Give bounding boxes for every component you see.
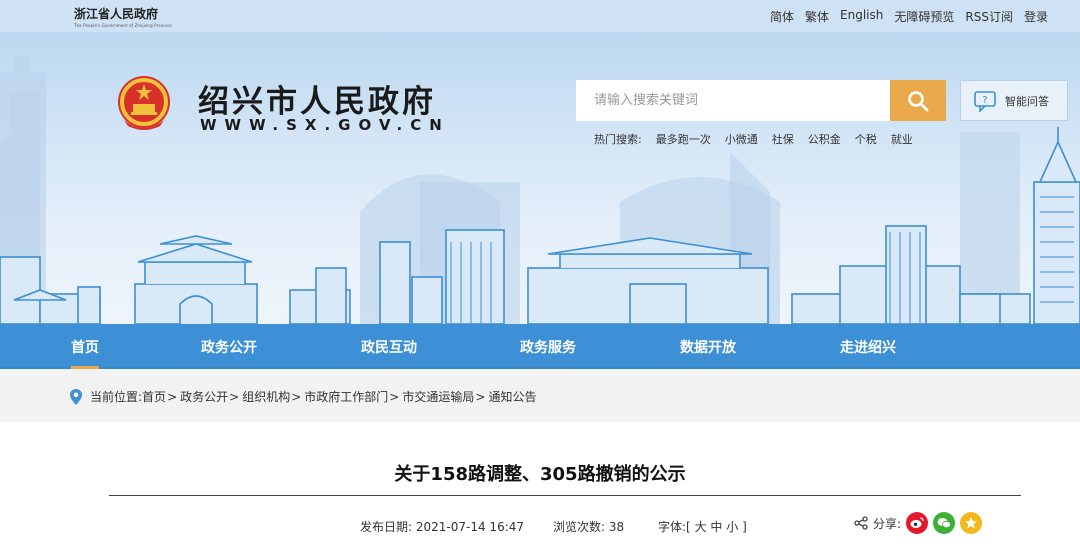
views-label: 浏览次数:: [553, 520, 606, 534]
breadcrumb-org[interactable]: 组织机构: [242, 388, 290, 405]
hot-term[interactable]: 个税: [855, 131, 877, 147]
nav-about-shaoxing[interactable]: 走进绍兴: [840, 328, 896, 369]
province-name-en: The People's Government of Zhejiang Prov…: [74, 23, 172, 28]
publish-date-label: 发布日期:: [360, 520, 413, 534]
top-links: 简体 繁体 English 无障碍预览 RSS订阅 登录: [770, 8, 1048, 25]
font-small-button[interactable]: 小: [726, 520, 738, 534]
font-large-button[interactable]: 大: [695, 520, 707, 534]
wechat-icon[interactable]: [933, 512, 956, 534]
main-nav: 首页 政务公开 政民互动 政务服务 数据开放 走进绍兴: [0, 328, 1080, 369]
share-icon: [854, 516, 868, 530]
link-english[interactable]: English: [840, 8, 883, 25]
breadcrumb-home[interactable]: 首页: [142, 388, 166, 405]
smart-qa-label: 智能问答: [1005, 94, 1049, 108]
breadcrumb-label: 当前位置:: [90, 390, 143, 404]
publish-date: 2021-07-14 16:47: [415, 520, 525, 534]
hot-term[interactable]: 最多跑一次: [656, 131, 711, 147]
search-bar: [576, 80, 946, 121]
search-button[interactable]: [890, 80, 946, 121]
publish-date-meta: 发布日期: 2021-07-14 16:47: [360, 518, 524, 535]
font-size-control: 字体:[ 大 中 小 ]: [658, 518, 747, 535]
link-login[interactable]: 登录: [1024, 8, 1048, 25]
site-url: WWW.SX.GOV.CN: [200, 116, 450, 134]
search-input[interactable]: [576, 80, 890, 121]
share-label: 分享:: [873, 516, 902, 531]
views-meta: 浏览次数: 38: [553, 518, 624, 535]
hot-search-label: 热门搜索:: [594, 133, 642, 146]
hot-term[interactable]: 公积金: [808, 131, 841, 147]
article-title: 关于158路调整、305路撤销的公示: [394, 464, 686, 485]
province-logo[interactable]: 浙江省人民政府 The People's Government of Zheji…: [74, 5, 172, 28]
hot-term[interactable]: 社保: [772, 131, 794, 147]
font-medium-button[interactable]: 中: [710, 520, 722, 534]
site-title: 绍兴市人民政府: [198, 84, 436, 120]
qzone-icon[interactable]: [960, 512, 983, 534]
breadcrumb-notices[interactable]: 通知公告: [488, 388, 536, 405]
nav-home[interactable]: 首页: [71, 328, 99, 369]
breadcrumb-departments[interactable]: 市政府工作部门: [304, 388, 388, 405]
link-traditional[interactable]: 繁体: [805, 8, 829, 25]
search-icon: [908, 90, 929, 111]
title-divider: [109, 495, 1021, 496]
hot-search: 热门搜索: 最多跑一次 小微通 社保 公积金 个税 就业: [594, 131, 913, 147]
location-pin-icon: [70, 388, 82, 405]
breadcrumb-gov-affairs[interactable]: 政务公开: [180, 388, 228, 405]
link-rss[interactable]: RSS订阅: [965, 8, 1013, 25]
share-bar: 分享:: [854, 512, 983, 534]
national-emblem: [118, 76, 170, 130]
nav-open-data[interactable]: 数据开放: [680, 328, 736, 369]
nav-services[interactable]: 政务服务: [520, 328, 576, 369]
link-simplified[interactable]: 简体: [770, 8, 794, 25]
weibo-icon[interactable]: [906, 512, 929, 534]
breadcrumb-bar: 当前位置: 首页 > 政务公开 > 组织机构 > 市政府工作部门 > 市交通运输局 > 通…: [0, 369, 1080, 422]
smart-qa-button[interactable]: ? 智能问答: [960, 80, 1068, 121]
breadcrumb: 当前位置: 首页 > 政务公开 > 组织机构 > 市政府工作部门 > 市交通运输局 > 通…: [70, 388, 536, 405]
svg-text:?: ?: [982, 95, 987, 106]
font-close: ]: [742, 520, 747, 534]
province-name: 浙江省人民政府: [74, 7, 159, 21]
hot-term[interactable]: 就业: [891, 131, 913, 147]
link-accessibility[interactable]: 无障碍预览: [894, 8, 954, 25]
hot-term[interactable]: 小微通: [725, 131, 758, 147]
nav-interaction[interactable]: 政民互动: [361, 328, 417, 369]
chat-help-icon: ?: [974, 90, 996, 112]
views-count: 38: [608, 520, 625, 534]
breadcrumb-transport-bureau[interactable]: 市交通运输局: [402, 388, 474, 405]
nav-government-affairs[interactable]: 政务公开: [201, 328, 257, 369]
top-bar: 浙江省人民政府 The People's Government of Zheji…: [0, 0, 1080, 32]
font-label: 字体:[: [658, 520, 691, 534]
header-banner: 绍兴市人民政府 WWW.SX.GOV.CN 热门搜索: 最多跑一次 小微通 社保…: [0, 32, 1080, 328]
